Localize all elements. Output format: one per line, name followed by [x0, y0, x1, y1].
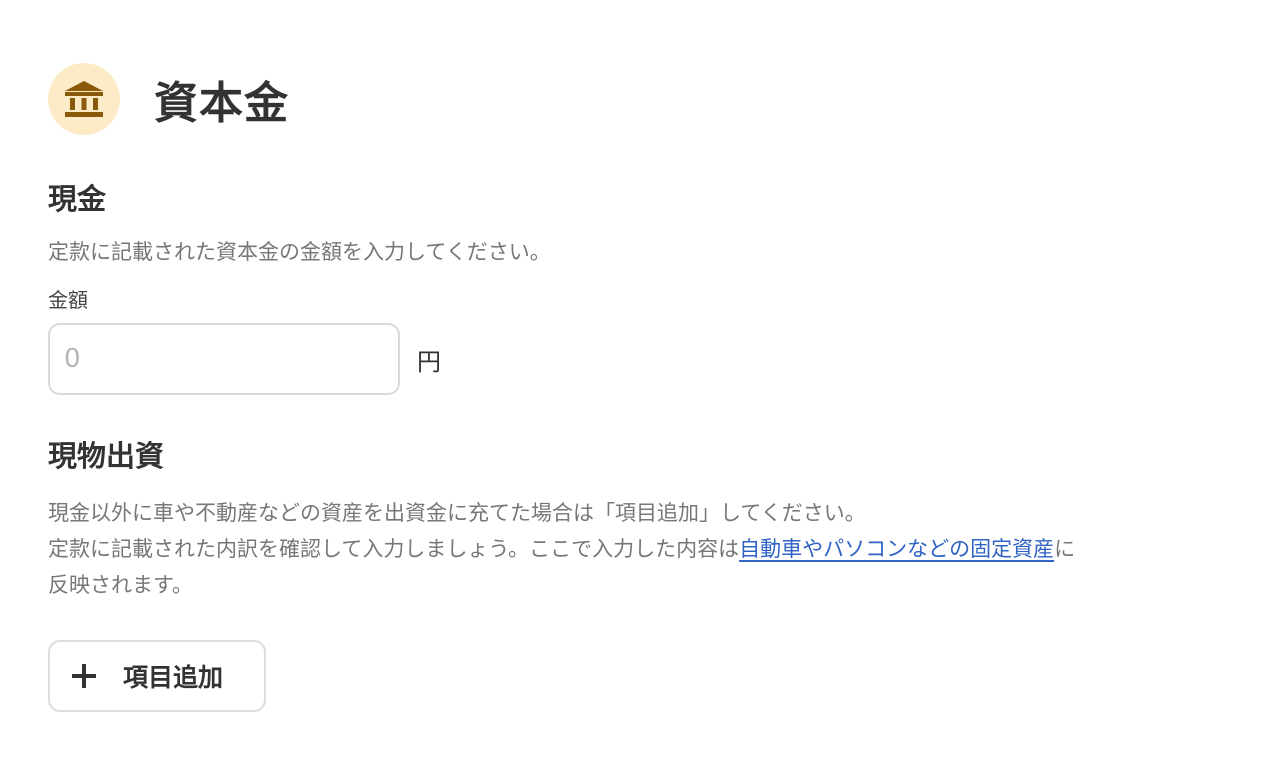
- page-title: 資本金: [154, 78, 289, 129]
- in-kind-description-line2-suffix: に: [1054, 537, 1076, 561]
- in-kind-description-line1: 現金以外に車や不動産などの資産を出資金に充てた場合は「項目追加」してください。: [48, 501, 866, 525]
- in-kind-heading: 現物出資: [48, 439, 165, 473]
- add-item-label: 項目追加: [123, 663, 224, 692]
- plus-icon: [72, 664, 96, 688]
- yen-unit: 円: [417, 347, 441, 376]
- bank-icon-badge: [48, 63, 120, 135]
- in-kind-description: 現金以外に車や不動産などの資産を出資金に充てた場合は「項目追加」してください。 …: [48, 495, 1238, 603]
- cash-description: 定款に記載された資本金の金額を入力してください。: [48, 240, 551, 264]
- amount-row: 円: [48, 323, 1238, 395]
- in-kind-description-line3: 反映されます。: [48, 573, 193, 597]
- bank-icon: [65, 81, 103, 117]
- cash-heading: 現金: [48, 182, 107, 216]
- amount-label: 金額: [48, 288, 88, 312]
- add-item-button[interactable]: 項目追加: [48, 640, 266, 712]
- fixed-assets-link[interactable]: 自動車やパソコンなどの固定資産: [739, 537, 1054, 561]
- in-kind-description-line2: 定款に記載された内訳を確認して入力しましょう。ここで入力した内容は自動車やパソコ…: [48, 531, 1238, 567]
- title-row: 資本金: [48, 62, 1238, 136]
- capital-page: 資本金 現金 定款に記載された資本金の金額を入力してください。 金額 円 現物出…: [48, 62, 1238, 712]
- in-kind-description-line2-text: 定款に記載された内訳を確認して入力しましょう。ここで入力した内容は: [48, 537, 740, 561]
- amount-input[interactable]: [48, 323, 400, 395]
